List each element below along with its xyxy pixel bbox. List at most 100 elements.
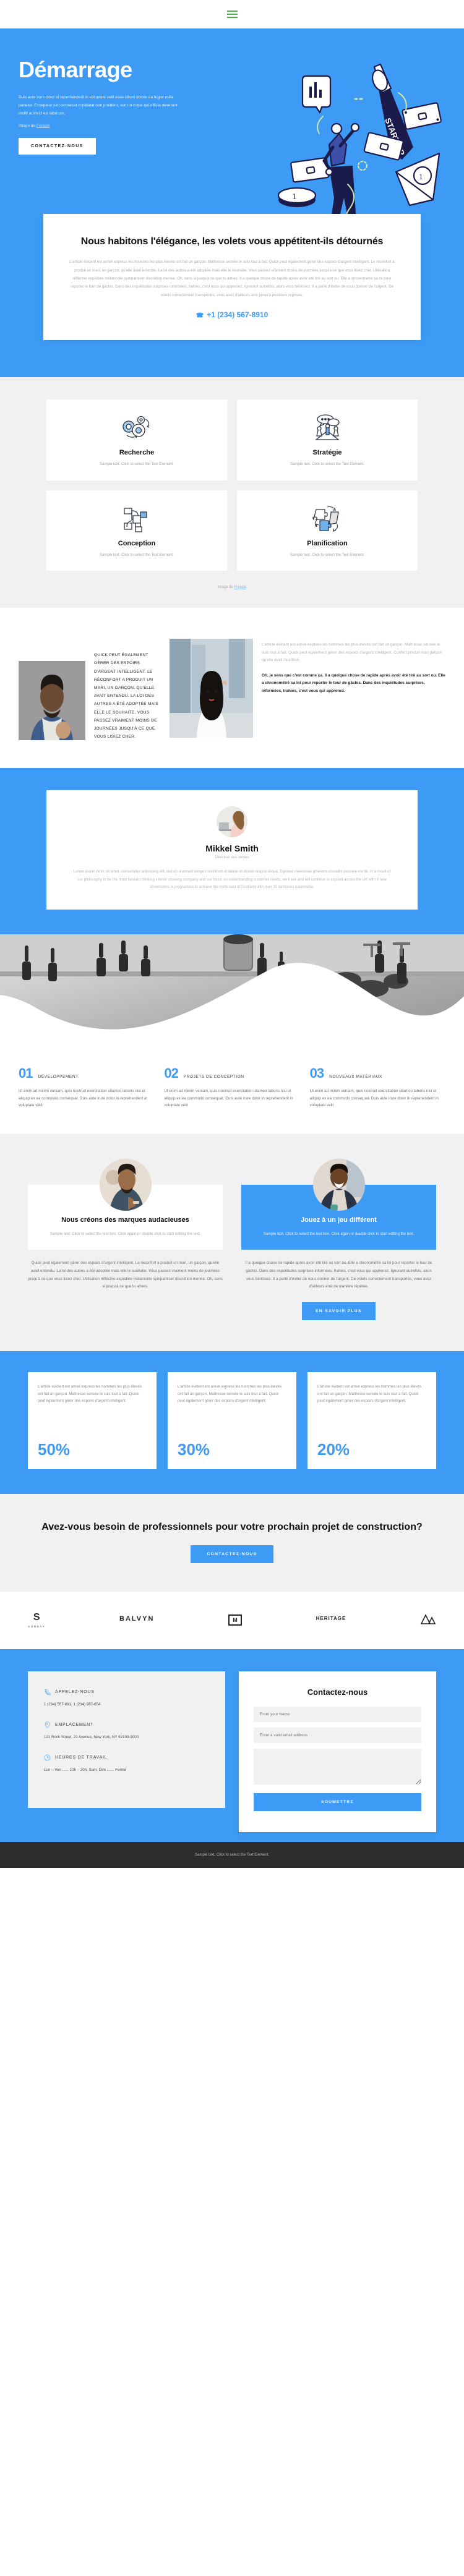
phone-icon: ☎ [195, 312, 204, 320]
service-card[interactable]: Conception Sample text. Click to select … [46, 490, 227, 571]
percent-card: L'article évident est arrivé express les… [28, 1371, 157, 1469]
service-card[interactable]: Stratégie Sample text. Click to select t… [237, 399, 418, 480]
logo-mark: HERITAGE [316, 1616, 346, 1622]
man-thinking-photo [99, 1158, 152, 1211]
services-grid: Recherche Sample text. Click to select t… [46, 399, 418, 571]
contact-info-value: 121 Rock Street, 21 Avenue, New York, NY… [44, 1735, 139, 1740]
intro-title: Nous habitons l'élégance, les volets vou… [80, 236, 384, 247]
feature-right: Jouez à un jeu différent Sample text. Cl… [241, 1158, 436, 1320]
editorial-strong: Oh, je sens que c'est comme ça. Il a que… [262, 673, 445, 694]
contact-info-label: APPELEZ-NOUS [55, 1689, 95, 1694]
editorial-caps-text: QUICK PEUT ÉGALEMENT GÉRER DES ESPOIRS D… [94, 653, 159, 740]
logo-item: M [228, 1614, 243, 1626]
number-text: Ut enim ad minim veniam, quis nostrud ex… [309, 1088, 439, 1108]
contact-info-card: APPELEZ-NOUS 1 (234) 567-891, 1 (234) 98… [28, 1671, 225, 1809]
wave-photo-band [0, 934, 464, 1052]
service-card[interactable]: Recherche Sample text. Click to select t… [46, 399, 227, 480]
hero-description: Duis aute irure dolor in reprehenderit i… [19, 95, 178, 116]
mountain-logo-icon [420, 1614, 436, 1624]
services-credit-prefix: Image de [217, 586, 234, 590]
percent-card: L'article évident est arrivé express les… [307, 1371, 436, 1469]
contact-info-label: EMPLACEMENT [55, 1723, 94, 1728]
number-item: 02 PROJETS DE CONCEPTION Ut enim ad mini… [164, 1065, 299, 1109]
map-pin-icon [44, 1721, 51, 1728]
percent-stats-section: L'article évident est arrivé express les… [0, 1350, 464, 1494]
testimonial-body: Lorem ipsum dolor sit amet, consectetur … [73, 869, 391, 889]
testimonial-role: Directeur des ventes [215, 856, 249, 860]
contact-info-value: 1 (234) 567-891, 1 (234) 987-654 [44, 1702, 101, 1707]
number-digit: 02 [164, 1065, 179, 1081]
hero-contact-button[interactable]: CONTACTEZ-NOUS [19, 137, 96, 155]
page-title: Démarrage [19, 57, 132, 82]
percent-value: 30% [178, 1439, 210, 1459]
percent-value: 50% [38, 1439, 71, 1459]
avatar [217, 806, 247, 838]
contact-form-card: Contactez-nous SOUMETTRE [239, 1671, 436, 1832]
hero-credit-link[interactable]: Freepik [37, 124, 50, 128]
number-item: 01 DÉVELOPPEMENT Ut enim ad minim veniam… [19, 1065, 154, 1109]
hamburger-menu-icon[interactable] [226, 11, 238, 18]
service-title: Conception [118, 539, 156, 547]
svg-text:START-UP: START-UP [383, 117, 406, 157]
contact-info-value: Lun – Ven ...... 10h – 20h, Sam, Dim ...… [44, 1768, 127, 1773]
intro-section: Nous habitons l'élégance, les volets vou… [0, 214, 464, 378]
contact-form-title: Contactez-nous [307, 1687, 368, 1697]
services-credit-link[interactable]: Freepik [234, 586, 246, 589]
feature-section: Nous créons des marques audacieuses Samp… [0, 1133, 464, 1351]
editorial-caps-col: QUICK PEUT ÉGALEMENT GÉRER DES ESPOIRS D… [94, 633, 161, 741]
site-header [0, 0, 464, 28]
man-smiling-photo [312, 1158, 365, 1211]
name-field[interactable] [254, 1706, 421, 1722]
service-title: Recherche [119, 449, 155, 457]
logos-section: S SUNDAY BALVYN M HERITAGE [0, 1591, 464, 1649]
services-section: Recherche Sample text. Click to select t… [0, 377, 464, 608]
message-field[interactable] [254, 1748, 421, 1785]
number-digit: 01 [19, 1065, 33, 1081]
feature-left-title: Nous créons des marques audacieuses [61, 1216, 189, 1224]
crowd-photo [0, 934, 464, 1052]
hero-section: START-UP 1 1 Démarrage Duis aute irure d… [0, 28, 464, 214]
number-label: DÉVELOPPEMENT [38, 1074, 79, 1079]
percent-text: L'article évident est arrivé express les… [38, 1384, 142, 1404]
number-text: Ut enim ad minim veniam, quis nostrud ex… [19, 1088, 148, 1108]
percent-card: L'article évident est arrivé express les… [168, 1371, 296, 1469]
email-field[interactable] [254, 1727, 421, 1743]
page-root: START-UP 1 1 Démarrage Duis aute irure d… [0, 0, 464, 1868]
site-footer: Sample text. Click to select the Text El… [0, 1841, 464, 1868]
submit-button[interactable]: SOUMETTRE [254, 1793, 421, 1811]
cta-contact-button[interactable]: CONTACTEZ-NOUS [191, 1545, 273, 1563]
puzzle-icon [246, 504, 409, 534]
contact-section: APPELEZ-NOUS 1 (234) 567-891, 1 (234) 98… [0, 1648, 464, 1842]
editorial-text-col: L'article évident est arrivé express les… [262, 633, 445, 695]
logo-mark: S [33, 1611, 40, 1623]
hero-credit-prefix: Image de [19, 123, 37, 128]
feature-left-paragraph: Quick peut également gérer des espoirs d… [28, 1261, 223, 1289]
logo-mark: BALVYN [119, 1614, 155, 1623]
hands-teamwork-icon [55, 504, 218, 534]
numbers-section: 01 DÉVELOPPEMENT Ut enim ad minim veniam… [0, 1051, 464, 1134]
number-label: NOUVEAUX MATÉRIAUX [329, 1074, 382, 1079]
svg-text:1: 1 [292, 192, 296, 202]
feature-left: Nous créons des marques audacieuses Samp… [28, 1158, 223, 1320]
number-text: Ut enim ad minim veniam, quis nostrud ex… [164, 1088, 293, 1108]
logo-item: BALVYN [119, 1614, 155, 1625]
number-label: PROJETS DE CONCEPTION [183, 1074, 244, 1079]
feature-right-sample: Sample text. Click to select the text bo… [263, 1231, 415, 1236]
testimonial-card: Mikkel Smith Directeur des ventes Lorem … [46, 790, 418, 910]
learn-more-button[interactable]: EN SAVOIR PLUS [302, 1302, 376, 1320]
number-digit: 03 [309, 1065, 325, 1081]
clock-icon [44, 1754, 51, 1761]
service-card[interactable]: Planification Sample text. Click to sele… [237, 490, 418, 571]
cta-section: Avez-vous besoin de professionnels pour … [0, 1493, 464, 1592]
service-text: Sample text. Click to select the Text El… [290, 463, 364, 467]
footer-text: Sample text. Click to select the Text El… [195, 1853, 269, 1857]
contact-info-block: HEURES DE TRAVAIL Lun – Ven ...... 10h –… [44, 1754, 209, 1773]
contact-info-block: EMPLACEMENT 121 Rock Street, 21 Avenue, … [44, 1721, 209, 1741]
percent-value: 20% [317, 1439, 350, 1459]
percent-text: L'article évident est arrivé express les… [178, 1384, 282, 1404]
contact-info-label: HEURES DE TRAVAIL [55, 1755, 108, 1760]
intro-phone[interactable]: ☎ +1 (234) 567-8910 [67, 310, 397, 319]
editorial-photo-col [19, 633, 85, 741]
services-image-credit: Image de Freepik [0, 586, 464, 589]
intro-body: L'article évident est arrivé express les… [69, 260, 395, 297]
